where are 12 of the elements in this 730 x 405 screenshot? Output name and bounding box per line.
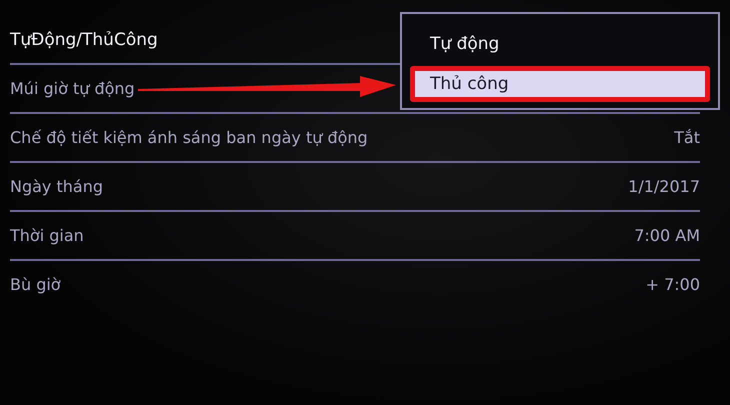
setting-label[interactable]: Thời gian (10, 226, 84, 245)
setting-label[interactable]: Bù giờ (10, 275, 61, 294)
setting-value: Tắt (674, 128, 700, 147)
setting-value: 7:00 AM (634, 226, 700, 245)
setting-value: + 7:00 (646, 275, 700, 294)
setting-label[interactable]: Ngày tháng (10, 177, 103, 196)
setting-label[interactable]: TựĐộng/ThủCông (10, 30, 158, 50)
setting-label[interactable]: Múi giờ tự động (10, 79, 135, 98)
dropdown-option[interactable]: Thủ công (410, 66, 710, 102)
setting-label[interactable]: Chế độ tiết kiệm ánh sáng ban ngày tự động (10, 128, 368, 147)
dropdown-option[interactable]: Tự động (410, 26, 710, 62)
setting-value: 1/1/2017 (628, 177, 700, 196)
